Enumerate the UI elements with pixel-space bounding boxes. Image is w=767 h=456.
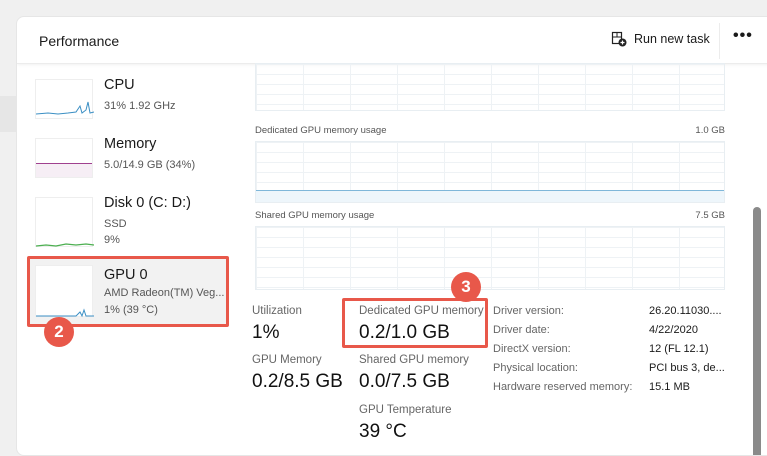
shared-memory-graph bbox=[255, 226, 725, 290]
divider bbox=[719, 23, 720, 59]
sidebar-item-memory[interactable]: Memory 5.0/14.9 GB (34%) bbox=[27, 132, 227, 194]
step-badge-2: 2 bbox=[44, 317, 74, 347]
shared-memory-value: 0.0/7.5 GB bbox=[359, 371, 450, 392]
driver-date-label: Driver date: bbox=[493, 324, 550, 336]
disk-thumbnail-graph bbox=[35, 197, 95, 247]
disk-usage: 9% bbox=[104, 234, 120, 246]
gpu-temperature-label: GPU Temperature bbox=[359, 404, 452, 416]
disk-label: Disk 0 (C: D:) bbox=[104, 195, 191, 211]
cpu-usage: 31% 1.92 GHz bbox=[104, 100, 176, 112]
step-badge-3: 3 bbox=[451, 272, 481, 302]
utilization-value: 1% bbox=[252, 322, 280, 343]
directx-version-value: 12 (FL 12.1) bbox=[649, 343, 709, 355]
performance-panel: Performance Run new task ••• CPU 31% 1.9… bbox=[16, 16, 767, 456]
sidebar-item-disk[interactable]: Disk 0 (C: D:) SSD 9% bbox=[27, 191, 227, 253]
physical-location-value: PCI bus 3, de... bbox=[649, 362, 725, 374]
memory-label: Memory bbox=[104, 136, 157, 152]
shared-graph-max: 7.5 GB bbox=[695, 210, 725, 221]
dedicated-graph-title: Dedicated GPU memory usage bbox=[255, 125, 387, 136]
more-options-button[interactable]: ••• bbox=[733, 27, 753, 45]
memory-usage: 5.0/14.9 GB (34%) bbox=[104, 159, 196, 171]
gpu-temperature-value: 39 °C bbox=[359, 421, 407, 442]
reserved-memory-label: Hardware reserved memory: bbox=[493, 381, 633, 393]
shared-memory-label: Shared GPU memory bbox=[359, 354, 469, 366]
memory-thumbnail-graph bbox=[35, 138, 93, 178]
sidebar-item-cpu[interactable]: CPU 31% 1.92 GHz bbox=[27, 73, 227, 135]
run-new-task-label: Run new task bbox=[634, 32, 710, 46]
highlight-dedicated-memory bbox=[342, 298, 488, 348]
driver-version-label: Driver version: bbox=[493, 305, 564, 317]
run-new-task-button[interactable]: Run new task bbox=[611, 31, 710, 47]
shared-graph-title: Shared GPU memory usage bbox=[255, 210, 375, 221]
dedicated-graph-max: 1.0 GB bbox=[695, 125, 725, 136]
gpu-engine-graph bbox=[255, 63, 725, 111]
cpu-label: CPU bbox=[104, 77, 135, 93]
disk-type: SSD bbox=[104, 218, 127, 230]
directx-version-label: DirectX version: bbox=[493, 343, 571, 355]
cpu-thumbnail-graph bbox=[35, 79, 95, 119]
dedicated-memory-graph bbox=[255, 141, 725, 203]
run-task-icon bbox=[611, 31, 627, 47]
utilization-label: Utilization bbox=[252, 305, 302, 317]
gpu-memory-label: GPU Memory bbox=[252, 354, 322, 366]
driver-version-value: 26.20.11030.... bbox=[649, 305, 722, 317]
shared-graph-label: Shared GPU memory usage 7.5 GB bbox=[255, 210, 725, 221]
scrollbar-thumb[interactable] bbox=[753, 207, 761, 455]
gpu-memory-value: 0.2/8.5 GB bbox=[252, 371, 343, 392]
dedicated-graph-label: Dedicated GPU memory usage 1.0 GB bbox=[255, 125, 725, 136]
page-title: Performance bbox=[39, 33, 120, 49]
driver-date-value: 4/22/2020 bbox=[649, 324, 698, 336]
physical-location-label: Physical location: bbox=[493, 362, 578, 374]
header: Performance Run new task ••• bbox=[17, 17, 767, 64]
reserved-memory-value: 15.1 MB bbox=[649, 381, 690, 393]
